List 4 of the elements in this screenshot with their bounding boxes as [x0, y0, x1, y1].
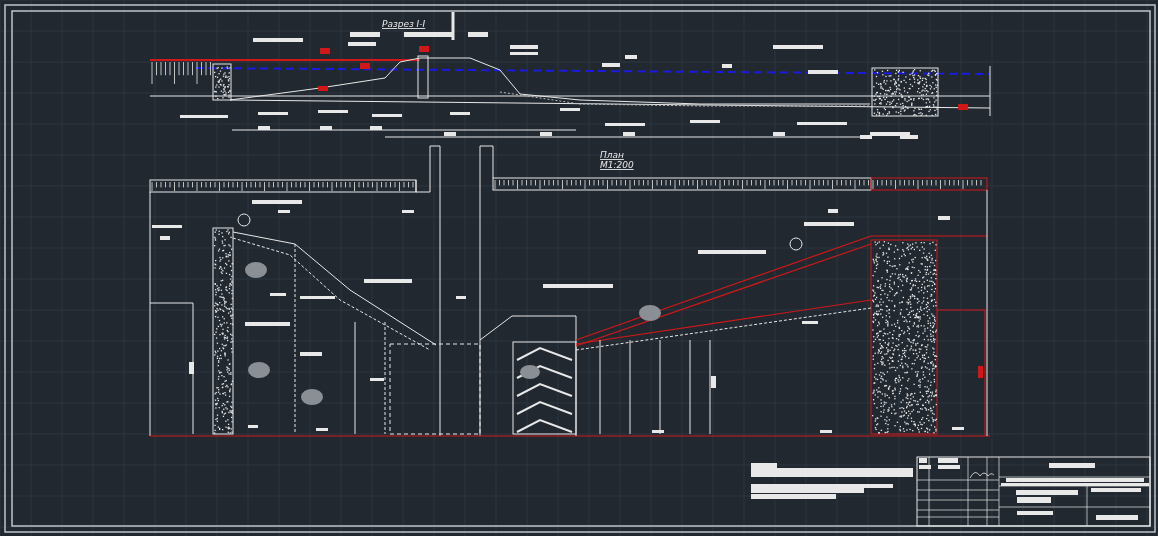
- plan-scale: М1:200: [600, 160, 634, 170]
- cad-drawing-canvas[interactable]: Разрез I-I План М1:200: [0, 0, 1158, 536]
- plan-title: План: [600, 150, 624, 160]
- section-title: Разрез I-I: [382, 19, 426, 29]
